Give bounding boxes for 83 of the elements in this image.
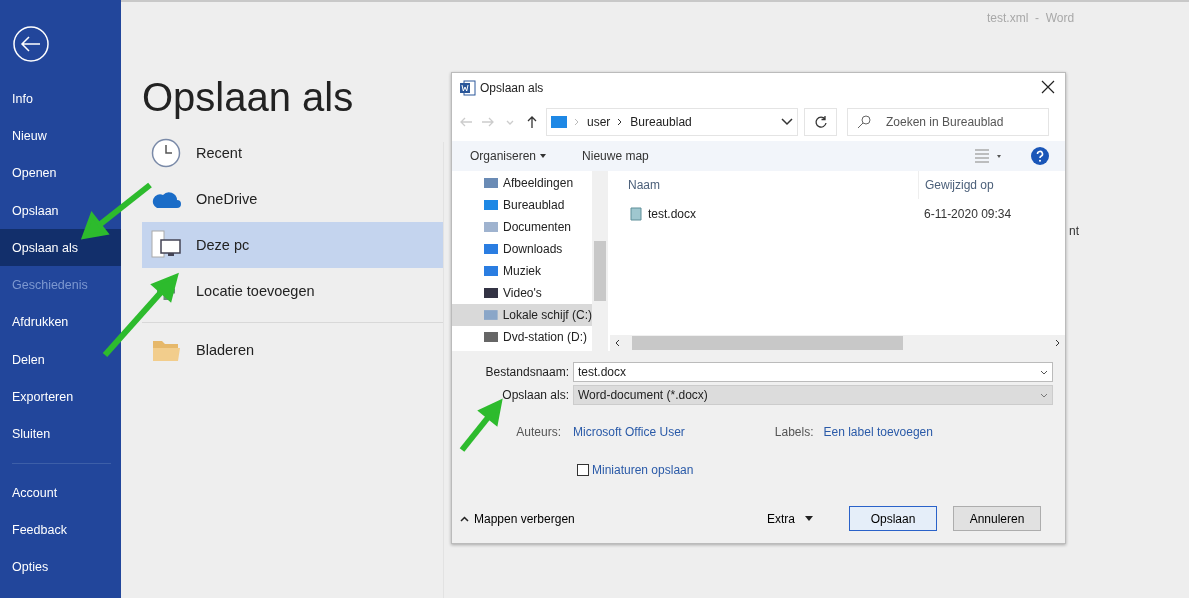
sidebar-item[interactable]: Delen [0, 341, 121, 379]
dialog-title: Opslaan als [480, 81, 545, 95]
word-app-icon [460, 80, 476, 96]
location-item[interactable]: Recent [142, 130, 443, 176]
authors-link[interactable]: Microsoft Office User [573, 425, 685, 439]
sidebar-item[interactable]: Opties [0, 548, 121, 586]
folder-icon [484, 287, 498, 299]
page-heading: Opslaan als [142, 74, 354, 121]
chevron-down-icon [1040, 392, 1048, 398]
folder-tree-item[interactable]: Video's [452, 282, 592, 304]
sidebar-item[interactable]: Sluiten [0, 415, 121, 453]
breadcrumb[interactable]: Bureaublad [630, 115, 692, 129]
scrollbar-thumb[interactable] [594, 241, 606, 301]
refresh-icon [813, 115, 828, 129]
scrollbar-thumb[interactable] [632, 336, 903, 350]
folder-icon [484, 243, 498, 255]
caret-icon [805, 516, 813, 521]
sidebar-item[interactable]: Nieuw [0, 117, 121, 155]
filename-label: Bestandsnaam: [484, 365, 570, 379]
tags-label: Labels: [774, 425, 814, 439]
folder-tree-item[interactable]: Dvd-station (D:) [452, 326, 592, 348]
sidebar-item[interactable]: Account [0, 473, 121, 512]
pointer-arrow [80, 182, 152, 240]
location-item[interactable]: OneDrive [142, 176, 443, 222]
folder-icon [484, 177, 498, 189]
clock-icon [151, 138, 181, 168]
column-header[interactable]: Naam [610, 178, 918, 192]
folder-tree-item[interactable]: Afbeeldingen [452, 172, 592, 194]
folder-tree-item[interactable]: Lokale schijf (C:) [452, 304, 592, 326]
new-folder-button[interactable]: Nieuwe map [580, 147, 651, 165]
save-button[interactable]: Opslaan [849, 506, 937, 531]
folder-icon [551, 116, 567, 128]
location-item[interactable]: Bladeren [142, 327, 443, 373]
column-header[interactable]: Gewijzigd op [918, 171, 1065, 199]
folder-tree-item[interactable]: Muziek [452, 260, 592, 282]
folder-icon [484, 199, 498, 211]
search-icon [857, 115, 871, 129]
sidebar-item[interactable]: Afdrukken [0, 303, 121, 342]
document-icon [628, 206, 644, 222]
help-icon[interactable] [1031, 147, 1049, 165]
sidebar-item[interactable]: Opslaan [0, 191, 121, 230]
file-name[interactable]: test.docx [610, 206, 918, 222]
folder-tree-item[interactable]: Documenten [452, 216, 592, 238]
sidebar-item[interactable]: Exporteren [0, 378, 121, 416]
partial-text: nt [1069, 224, 1079, 238]
tools-menu[interactable]: Extra [761, 510, 819, 527]
hide-folders-button[interactable]: Mappen verbergen [460, 511, 575, 526]
folder-icon [484, 331, 498, 343]
chevron-up-icon [460, 515, 469, 522]
folder-tree-item[interactable]: Downloads [452, 238, 592, 260]
address-bar[interactable]: user Bureaublad [546, 108, 798, 136]
location-item[interactable]: Deze pc [142, 222, 443, 268]
folder-icon [484, 309, 498, 321]
chevron-left-icon[interactable] [614, 339, 620, 347]
filename-field[interactable]: test.docx [573, 362, 1053, 382]
chevron-right-icon [573, 118, 581, 126]
sidebar-item[interactable]: Feedback [0, 511, 121, 549]
chevron-down-icon[interactable] [781, 118, 793, 126]
sidebar-item[interactable]: Openen [0, 154, 121, 192]
organize-menu[interactable]: Organiseren [468, 147, 549, 165]
folder-tree-item[interactable]: Bureaublad [452, 194, 592, 216]
file-type-dropdown[interactable]: Word-document (*.docx) [573, 385, 1053, 405]
folder-icon [484, 221, 498, 233]
sidebar-item[interactable]: Info [0, 80, 121, 118]
pointer-arrow [459, 398, 503, 452]
chevron-down-icon [1040, 369, 1048, 375]
file-type-label: Opslaan als: [501, 388, 570, 402]
search-field[interactable]: Zoeken in Bureaublad [847, 108, 1049, 136]
authors-label: Auteurs: [515, 425, 562, 439]
cancel-button[interactable]: Annuleren [953, 506, 1041, 531]
chevron-right-icon[interactable] [1055, 339, 1061, 347]
breadcrumb[interactable]: user [587, 115, 611, 129]
computer-icon [151, 230, 181, 260]
refresh-button[interactable] [804, 108, 837, 136]
location-item[interactable]: Locatie toevoegen [142, 268, 443, 314]
checkbox[interactable] [577, 464, 589, 476]
folder-icon [484, 265, 498, 277]
checkbox-label[interactable]: Miniaturen opslaan [592, 463, 694, 477]
file-date: 6-11-2020 09:34 [923, 206, 1013, 223]
caret-icon [540, 154, 547, 158]
window-title: test.xml - Word [987, 11, 1075, 25]
sidebar-item[interactable]: Opslaan als [0, 229, 121, 267]
tags-link[interactable]: Een label toevoegen [823, 425, 933, 439]
